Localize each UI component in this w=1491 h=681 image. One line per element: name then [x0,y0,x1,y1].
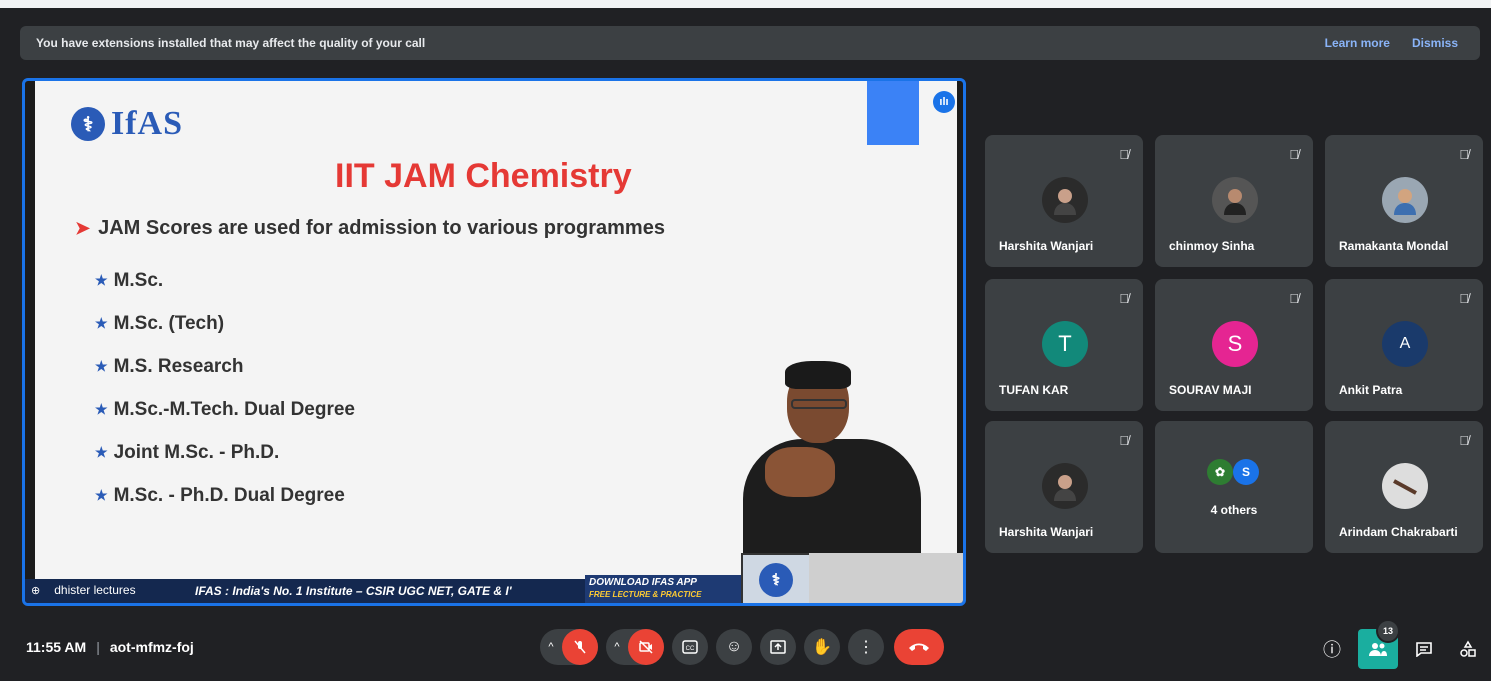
camera-control-group: ^ [606,629,664,665]
presenter-name: dhister lectures [54,583,136,597]
call-controls: ^ ^ CC ☺ ✋ ⋮ [536,629,944,665]
participant-tile[interactable]: 🎙̸ Harshita Wanjari [985,421,1143,553]
others-tile[interactable]: ✿ S 4 others [1155,421,1313,553]
slide-bullet: ★ M.Sc. [95,269,164,291]
avatar: S [1212,321,1258,367]
star-icon: ★ [95,444,108,460]
chat-icon[interactable] [1406,631,1442,667]
slide-lead: ➤ JAM Scores are used for admission to v… [75,217,665,240]
more-options-icon[interactable]: ⋮ [848,629,884,665]
star-icon: ★ [95,358,108,374]
side-controls: ⓘ 13 [1310,619,1490,669]
info-icon[interactable]: ⓘ [1314,631,1350,667]
mic-off-icon[interactable] [562,629,598,665]
ifas-logo-icon: ⚕ [71,107,105,141]
slide-bullet: ★ M.Sc.-M.Tech. Dual Degree [95,398,355,420]
participant-count-badge: 13 [1376,619,1400,643]
avatar [1382,177,1428,223]
participant-tile[interactable]: 🎙̸ Ramakanta Mondal [1325,135,1483,267]
mic-muted-icon: 🎙̸ [1289,147,1299,162]
avatar: ✿ [1207,459,1233,485]
meeting-code: aot-mfmz-foj [109,639,194,655]
participant-tile[interactable]: 🎙̸ Arindam Chakrabarti [1325,421,1483,553]
ticker-text: IFAS : India's No. 1 Institute – CSIR UG… [195,584,512,598]
participant-tile[interactable]: 🎙̸ Harshita Wanjari [985,135,1143,267]
mic-muted-icon: 🎙̸ [1119,147,1129,162]
mic-muted-icon: 🎙̸ [1459,147,1469,162]
ifas-logo-text: IfAS [111,105,184,142]
bottom-toolbar: 11:55 AM | aot-mfmz-foj ^ ^ CC ☺ ✋ ⋮ ⓘ 1… [0,619,1491,681]
speaking-indicator-icon: ılı [933,91,955,113]
avatar [1382,463,1428,509]
chevron-up-icon[interactable]: ^ [606,641,628,653]
participant-name: SOURAV MAJI [1169,383,1252,397]
participant-name: Arindam Chakrabarti [1339,525,1458,539]
ifas-logo-icon: ⚕ [759,563,793,597]
slide-lead-text: JAM Scores are used for admission to var… [98,217,665,239]
slide-title: IIT JAM Chemistry [335,157,632,195]
avatar: S [1233,459,1259,485]
participant-name: Harshita Wanjari [999,525,1094,539]
svg-text:CC: CC [686,646,695,652]
present-icon[interactable] [760,629,796,665]
avatar [1042,177,1088,223]
camera-off-icon[interactable] [628,629,664,665]
slide-bullet: ★ M.S. Research [95,355,244,377]
emoji-icon[interactable]: ☺ [716,629,752,665]
others-count-label: 4 others [1210,503,1258,517]
learn-more-link[interactable]: Learn more [1325,36,1390,50]
current-time: 11:55 AM [26,639,87,655]
star-icon: ★ [95,272,108,288]
presentation-slide: ⚕ IfAS IIT JAM Chemistry ➤ JAM Scores ar… [35,81,957,579]
dismiss-button[interactable]: Dismiss [1412,36,1458,50]
slide-bullet: ★ M.Sc. - Ph.D. Dual Degree [95,484,345,506]
arrow-bullet-icon: ➤ [75,218,91,238]
meeting-details: 11:55 AM | aot-mfmz-foj [26,639,194,655]
slide-decoration [867,81,919,145]
star-icon: ★ [95,315,108,331]
participant-tile[interactable]: 🎙̸ A Ankit Patra [1325,279,1483,411]
star-icon: ★ [95,401,108,417]
avatar [1212,177,1258,223]
ifas-logo: ⚕ IfAS [71,105,183,143]
captions-icon[interactable]: CC [672,629,708,665]
avatar: A [1382,321,1428,367]
pin-icon[interactable]: ⊕ [31,584,40,597]
slide-bullet: ★ Joint M.Sc. - Ph.D. [95,441,280,463]
avatar [1042,463,1088,509]
participant-tile[interactable]: 🎙̸ S SOURAV MAJI [1155,279,1313,411]
people-icon[interactable]: 13 [1358,619,1400,669]
chevron-up-icon[interactable]: ^ [540,641,562,653]
participant-tile[interactable]: 🎙̸ T TUFAN KAR [985,279,1143,411]
mic-muted-icon: 🎙̸ [1119,291,1129,306]
participant-name: Ankit Patra [1339,383,1403,397]
participant-name: Ramakanta Mondal [1339,239,1449,253]
browser-top-strip [0,0,1491,8]
presentation-tile[interactable]: ⚕ IfAS IIT JAM Chemistry ➤ JAM Scores ar… [22,78,966,606]
star-icon: ★ [95,487,108,503]
mic-muted-icon: 🎙̸ [1119,433,1129,448]
slide-bullet: ★ M.Sc. (Tech) [95,312,225,334]
presenter-label: ⊕ dhister lectures [31,583,136,597]
participant-name: chinmoy Sinha [1169,239,1255,253]
participant-name: TUFAN KAR [999,383,1069,397]
raise-hand-icon[interactable]: ✋ [804,629,840,665]
slide-bullets: ★ M.Sc. ★ M.Sc. (Tech) ★ M.S. Research ★ M.S… [95,259,355,517]
extensions-warning-banner: You have extensions installed that may a… [20,26,1480,60]
banner-message: You have extensions installed that may a… [36,36,426,50]
avatar: T [1042,321,1088,367]
mic-muted-icon: 🎙̸ [1289,291,1299,306]
activities-icon[interactable] [1450,631,1486,667]
thumbnail-placeholder [809,553,963,603]
download-app-badge: DOWNLOAD IFAS APP FREE LECTURE & PRACTIC… [585,575,753,603]
mic-control-group: ^ [540,629,598,665]
end-call-icon[interactable] [894,629,944,665]
separator: | [96,639,100,655]
presenter-video [735,355,925,579]
participant-name: Harshita Wanjari [999,239,1094,253]
mic-muted-icon: 🎙̸ [1459,433,1469,448]
participant-tile[interactable]: 🎙̸ chinmoy Sinha [1155,135,1313,267]
mic-muted-icon: 🎙̸ [1459,291,1469,306]
ifas-thumbnail: ⚕ [741,553,811,603]
